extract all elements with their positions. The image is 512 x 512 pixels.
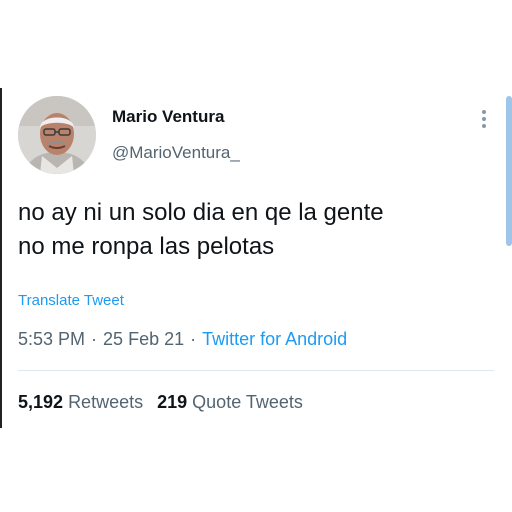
tweet-text-line: no me ronpa las pelotas <box>18 233 275 260</box>
quote-tweets-count: 219 <box>157 392 188 412</box>
retweets-label: Retweets <box>68 392 144 412</box>
retweets-count: 5,192 <box>18 392 64 412</box>
left-border <box>0 88 2 428</box>
divider <box>18 370 494 371</box>
more-dot-icon <box>482 110 486 114</box>
translate-tweet-link[interactable]: Translate Tweet <box>18 292 124 309</box>
separator: · <box>91 329 98 349</box>
tweet-time[interactable]: 5:53 PM <box>18 329 85 349</box>
tweet-text-line: no ay ni un solo dia en qe la gente <box>18 199 384 226</box>
profile-photo-icon <box>18 96 96 174</box>
tweet-meta: 5:53 PM · 25 Feb 21 · Twitter for Android <box>18 329 347 350</box>
quote-tweets-stat[interactable]: 219 Quote Tweets <box>157 392 303 412</box>
more-dot-icon <box>482 124 486 128</box>
scrollbar[interactable] <box>506 96 512 246</box>
separator: · <box>190 329 197 349</box>
retweets-stat[interactable]: 5,192 Retweets <box>18 392 143 412</box>
more-dot-icon <box>482 117 486 121</box>
tweet-text: no ay ni un solo dia en qe la gente no m… <box>18 196 488 264</box>
username[interactable]: @MarioVentura_ <box>112 143 240 163</box>
tweet-source-link[interactable]: Twitter for Android <box>202 329 347 349</box>
tweet-stats: 5,192 Retweets 219 Quote Tweets <box>18 392 303 413</box>
tweet-date[interactable]: 25 Feb 21 <box>103 329 184 349</box>
display-name[interactable]: Mario Ventura <box>112 107 224 127</box>
more-options-button[interactable] <box>476 108 492 130</box>
avatar[interactable] <box>18 96 96 174</box>
quote-tweets-label: Quote Tweets <box>192 392 303 412</box>
